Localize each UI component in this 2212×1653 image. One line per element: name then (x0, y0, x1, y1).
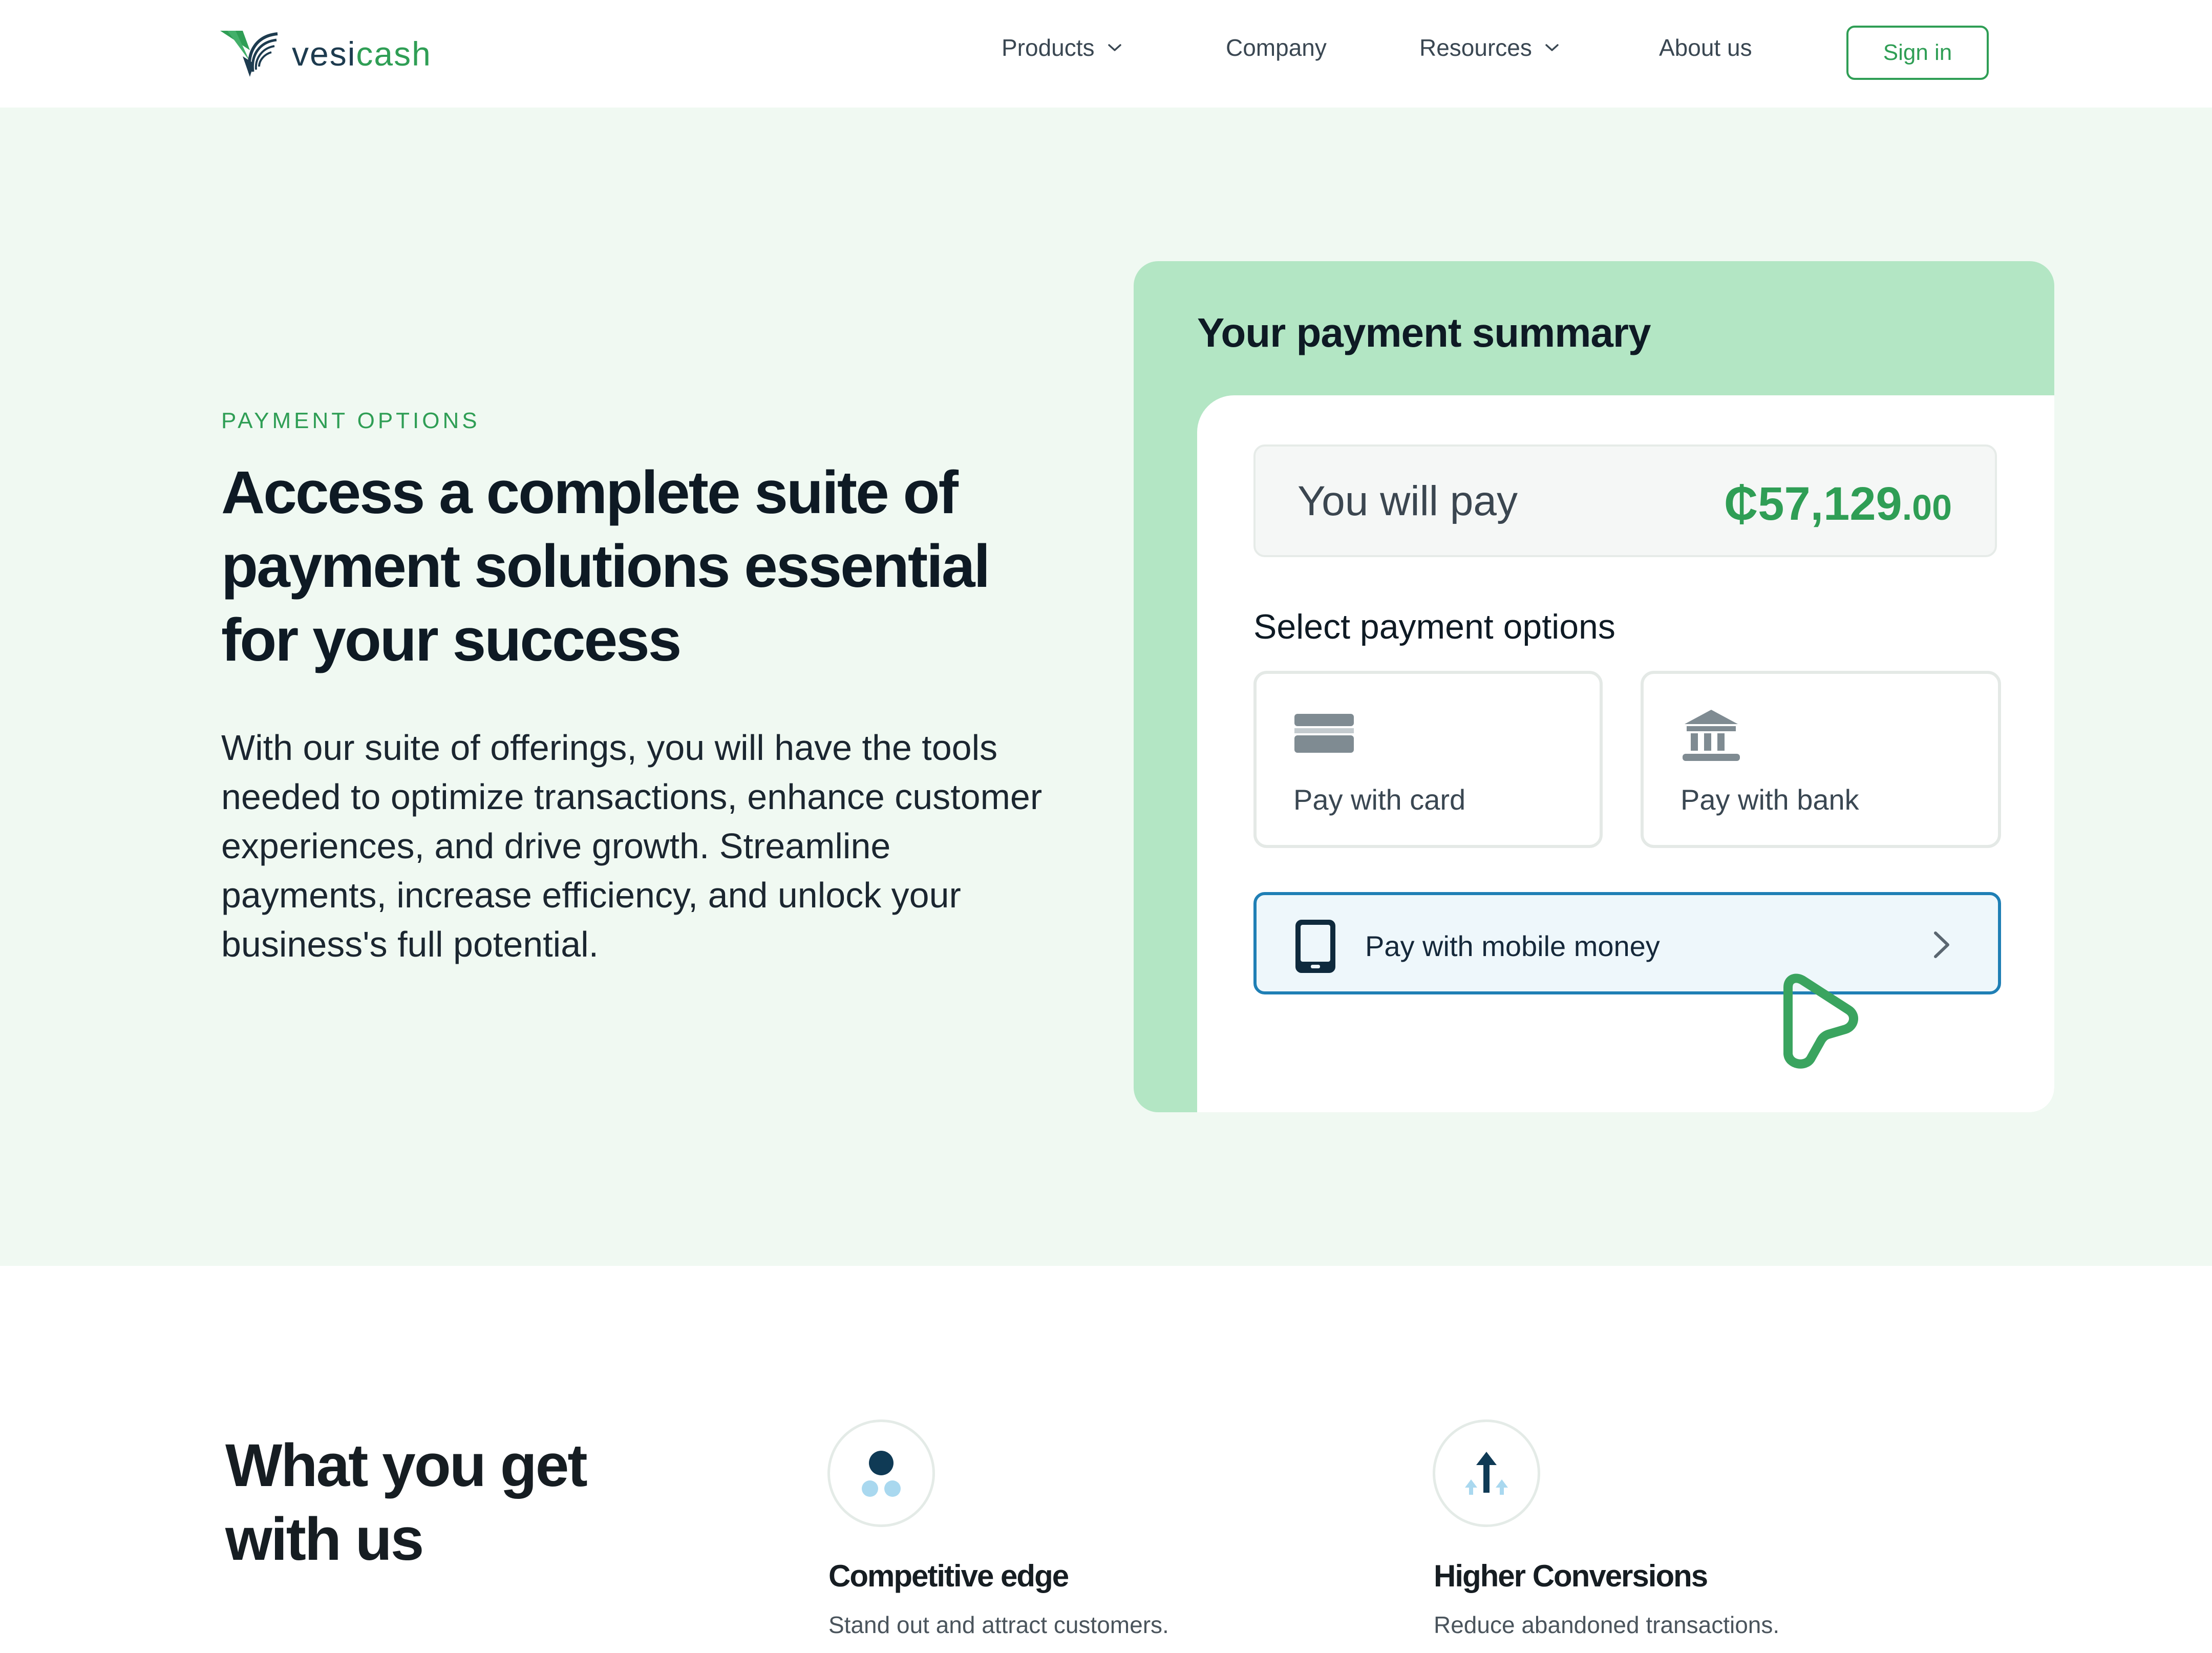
amount-cents: .00 (1902, 488, 1952, 527)
nav-resources-label: Resources (1419, 34, 1532, 61)
nav-company-label: Company (1226, 34, 1327, 61)
logo-wordmark-cash: cash (356, 35, 432, 73)
payment-summary-title: Your payment summary (1197, 310, 1651, 355)
payment-summary-card: Your payment summary You will pay ₵57,12… (1134, 261, 2054, 1112)
nav-products[interactable]: Products (1002, 36, 1123, 59)
nav-products-label: Products (1002, 34, 1095, 61)
hero-headline: Access a complete suite of payment solut… (221, 459, 990, 674)
nav-company[interactable]: Company (1226, 36, 1327, 59)
amount-due-value: ₵57,129.00 (1724, 480, 1952, 527)
competitive-edge-icon-badge (827, 1419, 935, 1527)
nav-resources[interactable]: Resources (1419, 36, 1561, 59)
chevron-down-icon (1108, 44, 1121, 51)
benefits-title: What you get with us (225, 1429, 625, 1576)
logo-wordmark: vesicash (292, 37, 432, 71)
higher-conversions-icon-badge (1433, 1419, 1540, 1527)
amount-due-row: You will pay ₵57,129.00 (1253, 444, 1997, 557)
higher-conversions-desc: Reduce abandoned transactions. (1434, 1612, 1780, 1638)
competitive-edge-title: Competitive edge (828, 1559, 1069, 1593)
competitive-edge-desc: Stand out and attract customers. (828, 1612, 1169, 1638)
chevron-down-icon (1545, 44, 1559, 51)
pay-with-bank-option[interactable]: Pay with bank (1641, 671, 2001, 848)
amount-due-label: You will pay (1298, 478, 1518, 524)
pay-with-bank-label: Pay with bank (1681, 783, 1859, 816)
credit-card-icon (1294, 714, 1354, 753)
nav-about-us[interactable]: About us (1659, 36, 1752, 59)
conversions-arrow-icon (1465, 1452, 1508, 1495)
cursor-pointer-icon (1783, 973, 1858, 1069)
pay-with-card-option[interactable]: Pay with card (1253, 671, 1603, 848)
hero-body: With our suite of offerings, you will ha… (221, 728, 1043, 964)
payment-panel: You will pay ₵57,129.00 Select payment o… (1197, 395, 2054, 1112)
higher-conversions-title: Higher Conversions (1434, 1559, 1708, 1593)
hero-eyebrow: PAYMENT OPTIONS (221, 408, 480, 433)
pay-with-mobile-money-option[interactable]: Pay with mobile money (1253, 892, 2001, 994)
logo-wordmark-vesi: vesi (292, 35, 356, 73)
chevron-right-icon (1934, 931, 1949, 958)
vesicash-logo[interactable]: vesicash (220, 26, 432, 82)
amount-main: ₵57,129 (1724, 478, 1902, 530)
nav-about-us-label: About us (1659, 34, 1752, 61)
competitive-edge-icon (862, 1451, 901, 1497)
mobile-phone-icon (1295, 920, 1335, 973)
sign-in-button[interactable]: Sign in (1846, 26, 1989, 80)
pay-with-card-label: Pay with card (1293, 783, 1466, 816)
pay-with-mobile-money-label: Pay with mobile money (1365, 930, 1660, 962)
bank-icon (1683, 710, 1740, 761)
select-payment-title: Select payment options (1253, 607, 1615, 646)
benefits-title-text: What you get with us (225, 1432, 588, 1573)
site-header: vesicash Products Company Resources Abou… (0, 0, 2212, 108)
vesicash-logo-mark (220, 31, 278, 77)
